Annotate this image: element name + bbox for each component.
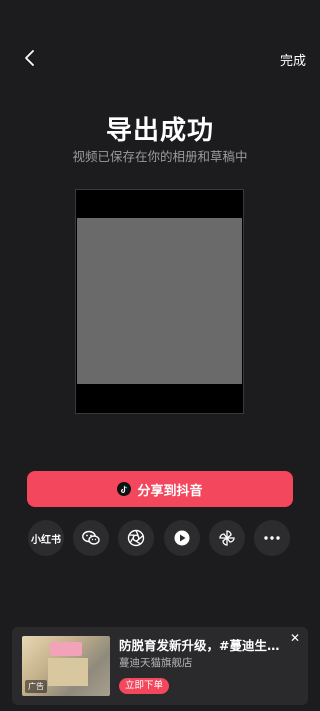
top-bar: 完成 bbox=[0, 40, 320, 76]
ad-title: 防脱育发新升级，#蔓迪生发液# bbox=[119, 638, 289, 653]
page-subtitle: 视频已保存在你的相册和草稿中 bbox=[72, 149, 248, 164]
share-to-douyin-button[interactable]: 分享到抖音 bbox=[27, 471, 293, 507]
shutter-icon bbox=[128, 529, 145, 547]
ad-shop-name: 蔓迪天猫旗舰店 bbox=[119, 657, 193, 669]
ad-close-icon[interactable]: ✕ bbox=[290, 631, 300, 645]
ad-image: 广告 bbox=[22, 636, 110, 696]
share-link-button[interactable] bbox=[208, 520, 245, 556]
ad-banner[interactable]: 广告 防脱育发新升级，#蔓迪生发液# 蔓迪天猫旗舰店 立即下单 ✕ bbox=[12, 627, 308, 705]
ad-tag: 广告 bbox=[25, 680, 47, 693]
share-moments-button[interactable] bbox=[118, 520, 155, 556]
ad-cta-button[interactable]: 立即下单 bbox=[119, 678, 170, 694]
share-targets: 小红书 bbox=[28, 520, 290, 556]
share-more-button[interactable] bbox=[253, 520, 290, 556]
more-dots-icon bbox=[264, 536, 280, 540]
ad-image-product bbox=[48, 658, 88, 686]
wechat-icon bbox=[82, 530, 100, 545]
ad-image-label bbox=[50, 642, 82, 656]
douyin-logo-icon bbox=[117, 482, 132, 496]
video-frame bbox=[77, 218, 242, 384]
back-button[interactable] bbox=[20, 48, 40, 68]
share-button-label: 分享到抖音 bbox=[137, 483, 203, 499]
share-douyin-play-button[interactable] bbox=[163, 520, 200, 556]
share-xiaohongshu-button[interactable]: 小红书 bbox=[28, 520, 64, 556]
chevron-left-icon bbox=[25, 50, 34, 66]
share-wechat-button[interactable] bbox=[73, 520, 110, 556]
play-circle-icon bbox=[174, 530, 190, 546]
page-title: 导出成功 bbox=[105, 116, 214, 146]
done-button[interactable]: 完成 bbox=[280, 50, 306, 69]
xiaohongshu-label: 小红书 bbox=[31, 534, 61, 546]
pinwheel-icon bbox=[219, 530, 235, 546]
video-preview[interactable] bbox=[76, 190, 243, 413]
